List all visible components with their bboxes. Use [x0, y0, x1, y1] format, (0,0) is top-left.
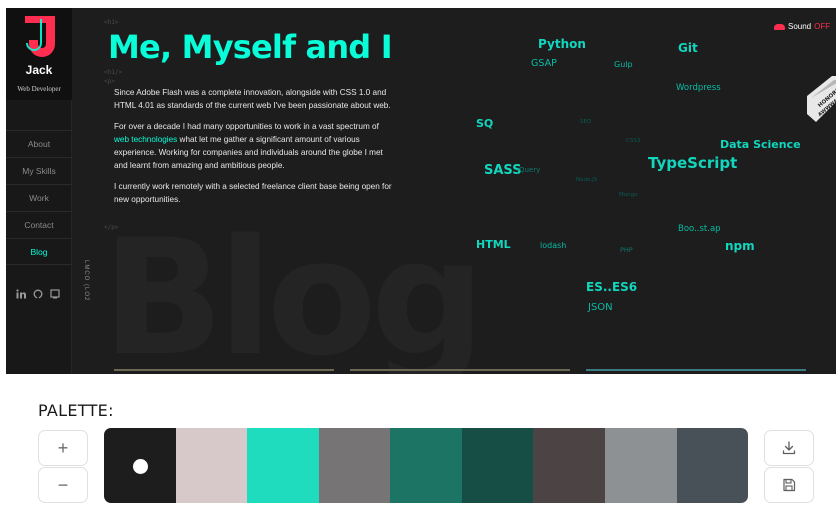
skill-gsap: GSAP [531, 58, 557, 69]
skill-gulp: Gulp [614, 60, 633, 69]
logo-j-icon [25, 16, 55, 57]
skill-es6: ES..ES6 [586, 280, 638, 294]
palette-title: PALETTE: [38, 401, 114, 420]
tag-h1-open: <h1> [104, 19, 119, 26]
soundcloud-icon [774, 23, 785, 30]
skill-faint-1: SEO [580, 119, 592, 125]
sound-toggle[interactable]: Sound OFF [774, 22, 830, 31]
skill-npm: npm [725, 239, 755, 253]
download-icon [782, 441, 796, 455]
color-swatch[interactable] [175, 428, 248, 503]
selected-indicator [132, 458, 148, 474]
color-swatch[interactable] [104, 428, 176, 503]
logo-role: Web Developer [17, 85, 61, 93]
skill-sass: SASS [484, 163, 522, 178]
skill-html: HTML [476, 238, 511, 251]
sidebar: Jack Web Developer About My Skills Work … [6, 8, 72, 374]
add-color-button[interactable]: + [38, 430, 88, 466]
palette-swatches [104, 428, 748, 503]
nav-item-work[interactable]: Work [6, 184, 72, 211]
intro-paragraph-2: For over a decade I had many opportuniti… [114, 120, 396, 172]
linkedin-icon[interactable] [16, 289, 26, 299]
website-screenshot: Blog Jack Web Developer About My Skills … [6, 8, 836, 374]
color-swatch[interactable] [390, 428, 462, 503]
color-swatch[interactable] [461, 428, 534, 503]
skill-wordpress: Wordpress [676, 83, 721, 93]
awwwards-badge[interactable]: HONORS AWWWARDS [802, 76, 836, 126]
skill-typescript: TypeScript [648, 154, 738, 172]
nav-item-about[interactable]: About [6, 130, 72, 157]
minus-icon: − [57, 474, 69, 495]
color-swatch[interactable] [533, 428, 605, 503]
plus-icon: + [57, 437, 69, 458]
tag-h1-close: <h1/> [104, 69, 123, 76]
skill-json: JSON [588, 302, 613, 313]
web-technologies-link[interactable]: web technologies [114, 135, 177, 144]
progress-line-2 [350, 369, 570, 371]
color-swatch[interactable] [676, 428, 748, 503]
intro-text: Since Adobe Flash was a complete innovat… [114, 86, 396, 214]
skill-lodash: lodash [540, 241, 567, 250]
color-swatch[interactable] [604, 428, 677, 503]
color-swatch[interactable] [318, 428, 391, 503]
nav-item-my-skills[interactable]: My Skills [6, 157, 72, 184]
vertical-label: LMCO (LO2 [83, 260, 89, 302]
intro-paragraph-3: I currently work remotely with a selecte… [114, 182, 392, 204]
save-icon [783, 478, 796, 492]
skill-bootstrap: Boo..st.ap [678, 224, 721, 234]
remove-color-button[interactable]: − [38, 467, 88, 503]
nav-item-contact[interactable]: Contact [6, 211, 72, 238]
skill-faint-3: Node.JS [576, 177, 598, 183]
skill-data-science: Data Science [720, 138, 801, 151]
download-button[interactable] [764, 430, 814, 466]
sound-label: Sound [788, 22, 812, 31]
background-word: Blog [102, 204, 485, 374]
sound-state: OFF [814, 22, 831, 31]
skill-git: Git [678, 41, 698, 55]
logo[interactable]: Jack Web Developer [6, 8, 72, 100]
skill-php: PHP [620, 246, 633, 254]
tag-p-close: </p> [104, 224, 119, 231]
skill-faint-2: CSS3 [626, 138, 641, 144]
monitor-icon[interactable] [50, 289, 60, 299]
nav-item-blog[interactable]: Blog [6, 238, 72, 265]
skill-faint-4: Mongo [619, 192, 638, 198]
social-links [16, 289, 60, 299]
intro-paragraph-2-start: For over a decade I had many opportuniti… [114, 122, 379, 131]
skill-sq: SQ [476, 117, 494, 130]
logo-name: Jack [25, 63, 53, 77]
skill-jquery: jQuery [517, 166, 541, 174]
intro-paragraph-1: Since Adobe Flash was a complete innovat… [114, 88, 391, 110]
save-button[interactable] [764, 467, 814, 503]
main-nav: About My Skills Work Contact Blog [6, 130, 72, 265]
page-title: Me, Myself and I [108, 28, 393, 66]
progress-line-1 [114, 369, 334, 371]
skill-python: Python [538, 37, 586, 51]
color-swatch[interactable] [247, 428, 319, 503]
github-icon[interactable] [33, 289, 43, 299]
tag-p-open: <p> [104, 78, 115, 85]
progress-line-3 [586, 369, 806, 371]
